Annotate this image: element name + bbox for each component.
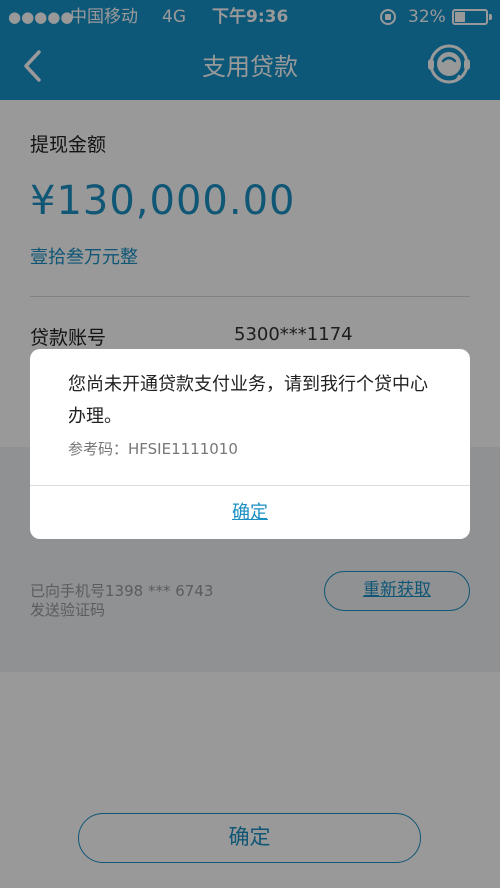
- alert-dialog: 您尚未开通贷款支付业务，请到我行个贷中心办理。 参考码：HFSIE1111010…: [30, 349, 470, 539]
- loan-drawdown-screen: ●●●●● 中国移动 4G 下午9:36 32% 支用贷款 提现金额 ¥130,…: [0, 0, 500, 888]
- dialog-ok-button[interactable]: 确定: [30, 486, 470, 539]
- dialog-reference-code: 参考码：HFSIE1111010: [68, 440, 238, 458]
- dialog-message: 您尚未开通贷款支付业务，请到我行个贷中心办理。: [68, 374, 428, 427]
